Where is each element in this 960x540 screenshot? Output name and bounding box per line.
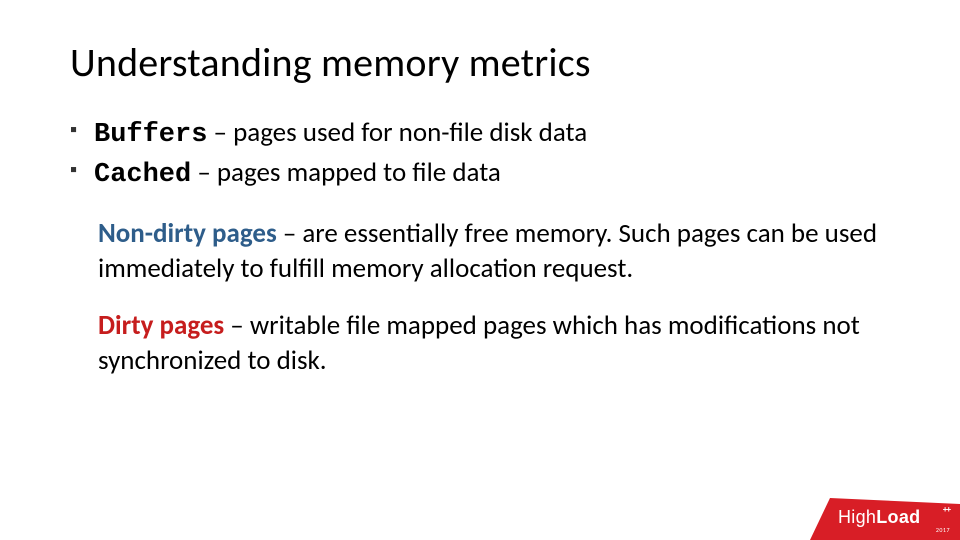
logo-year: 2017 [936, 526, 950, 534]
paragraph-dirty: Dirty pages – writable file mapped pages… [98, 308, 890, 378]
bullet-desc: – pages mapped to file data [191, 156, 501, 189]
logo-text: HighLoad [838, 507, 920, 528]
logo-high: High [838, 507, 876, 527]
bullet-list: Buffers – pages used for non-file disk d… [70, 115, 890, 194]
slide-title: Understanding memory metrics [70, 38, 890, 87]
lead-dirty: Dirty pages [98, 309, 224, 342]
slide: Understanding memory metrics Buffers – p… [0, 0, 960, 540]
brand-logo: HighLoad ++ 2017 [810, 498, 960, 540]
bullet-term: Buffers [94, 120, 207, 150]
bullet-item: Cached – pages mapped to file data [70, 155, 890, 193]
lead-nondirty: Non-dirty pages [98, 217, 277, 250]
bullet-desc: – pages used for non-file disk data [207, 116, 587, 149]
logo-load: Load [876, 507, 920, 527]
paragraph-nondirty: Non-dirty pages – are essentially free m… [98, 216, 890, 286]
bullet-term: Cached [94, 160, 191, 190]
bullet-item: Buffers – pages used for non-file disk d… [70, 115, 890, 153]
logo-plus: ++ [943, 504, 950, 515]
